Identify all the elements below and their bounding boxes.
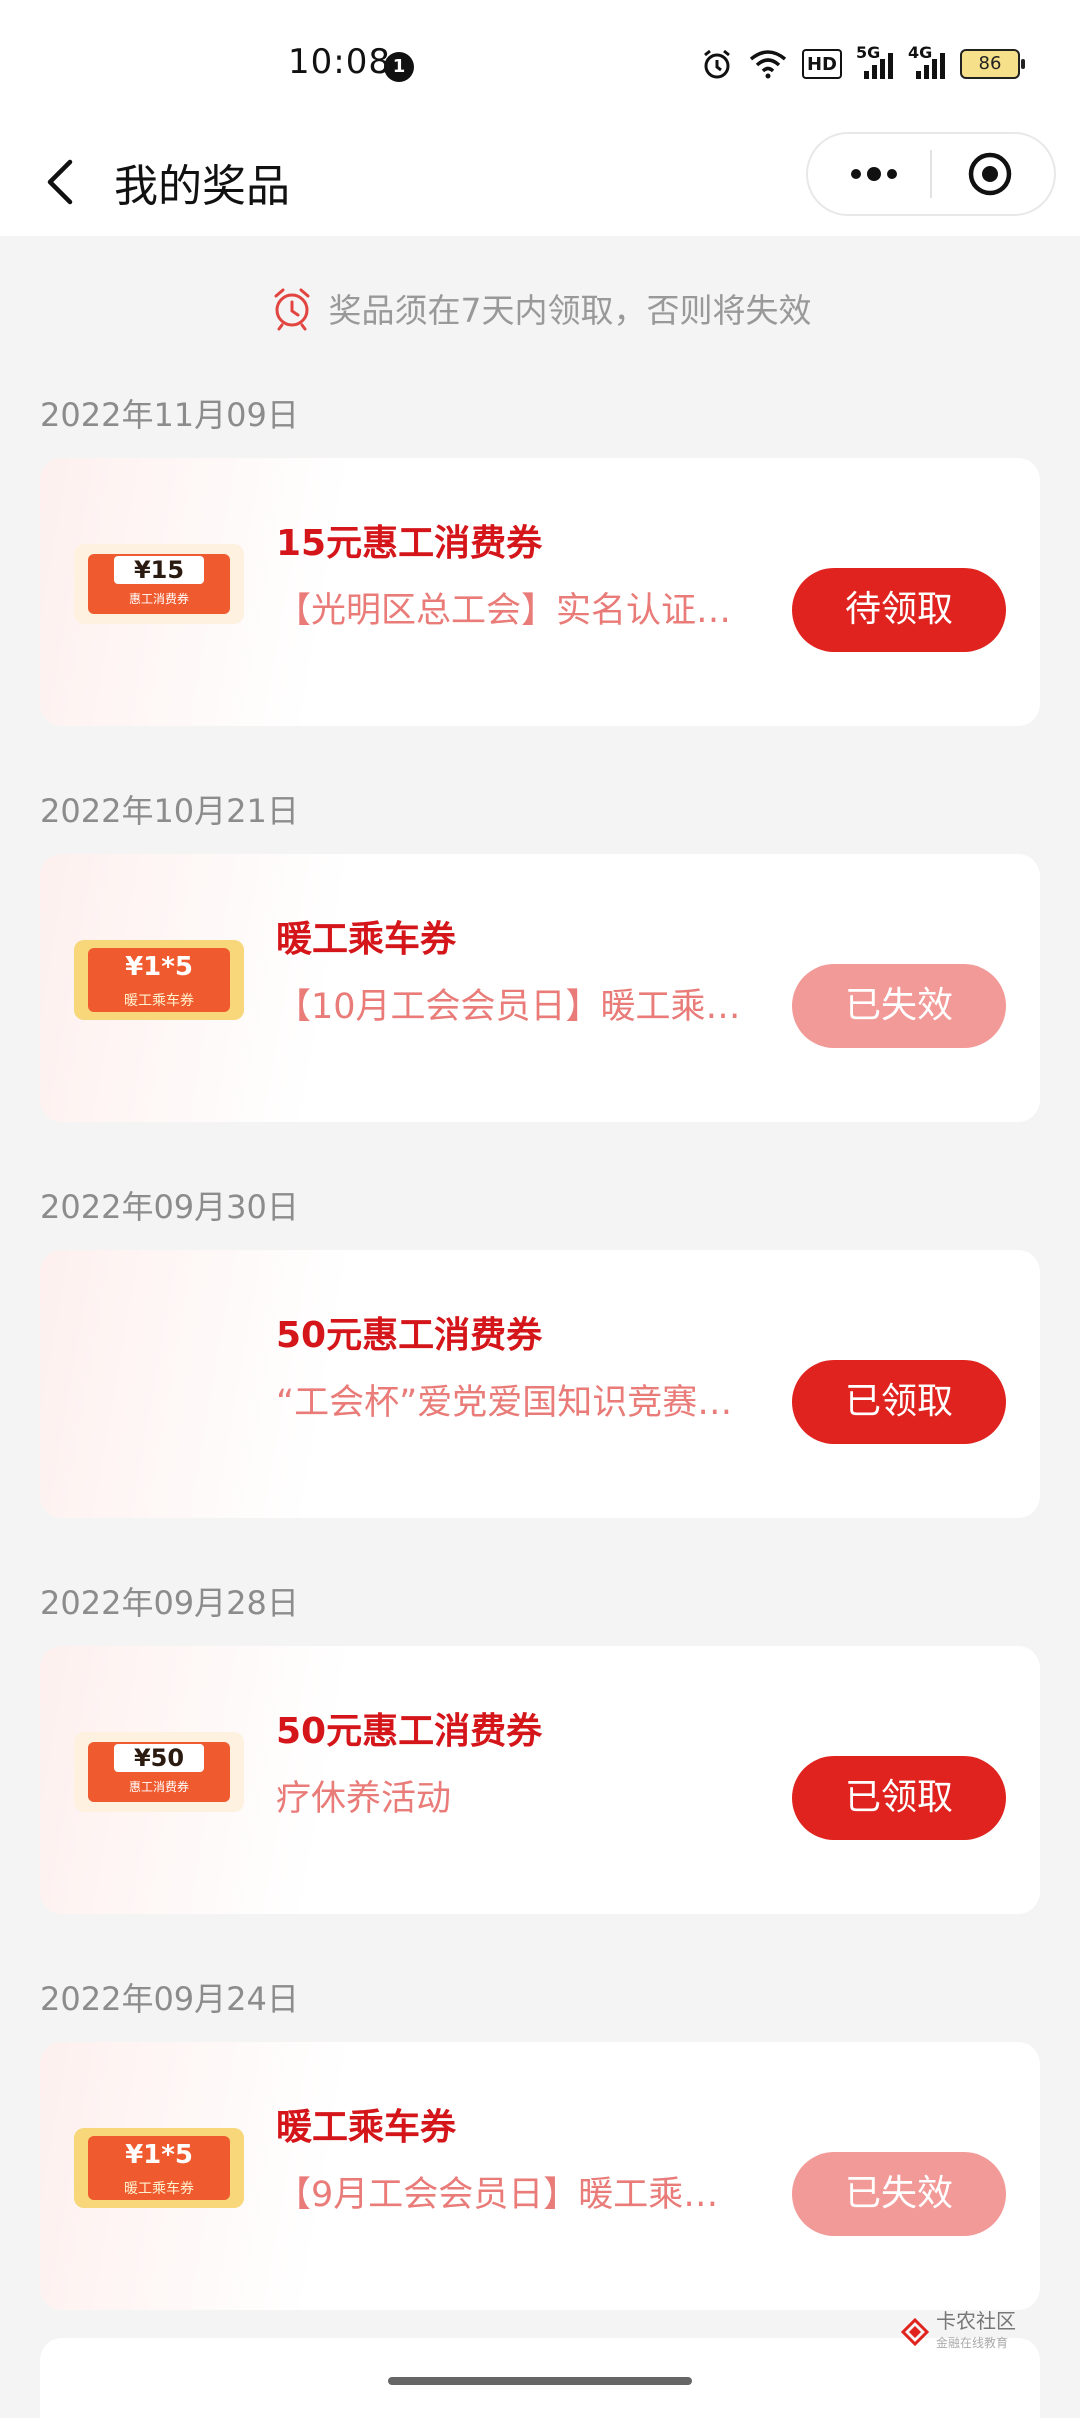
notice-text: 奖品须在7天内领取，否则将失效 <box>328 291 812 330</box>
prize-date: 2022年11月09日 <box>40 396 299 434</box>
signal-5g-label: 5G <box>856 43 881 62</box>
claim-button[interactable]: 待领取 <box>792 568 1006 652</box>
signal-4g-icon: 4G <box>908 43 946 81</box>
status-icons: HD 5G 4G 86 <box>700 43 1025 84</box>
coupon-thumbnail: ¥15 惠工消费券 <box>74 544 244 624</box>
capsule-divider <box>930 150 932 198</box>
prize-title: 暖工乘车券 <box>276 919 457 960</box>
page-title: 我的奖品 <box>114 161 290 212</box>
watermark-text: 卡农社区 金融在线教育 <box>936 2310 1016 2354</box>
alarm-icon <box>700 47 734 81</box>
prize-description: 【10月工会会员日】暖工乘… <box>276 987 741 1027</box>
coupon-subtitle: 惠工消费券 <box>128 592 189 606</box>
mini-program-capsule <box>806 132 1056 216</box>
prize-title: 50元惠工消费券 <box>276 1711 543 1752</box>
claimed-button[interactable]: 已领取 <box>792 1360 1006 1444</box>
status-bar: 10:08 1 HD 5G 4G 86 <box>0 0 1080 130</box>
alarm-clock-icon <box>274 288 309 331</box>
watermark: 卡农社区 金融在线教育 <box>900 2310 1016 2354</box>
prize-description: 【9月工会会员日】暖工乘… <box>276 2175 719 2215</box>
prize-card[interactable]: ¥1*5 暖工乘车券 暖工乘车券 【9月工会会员日】暖工乘… 已失效 <box>40 2042 1040 2310</box>
hd-icon: HD <box>801 49 842 79</box>
prize-date: 2022年09月24日 <box>40 1980 299 2018</box>
expired-button[interactable]: 已失效 <box>792 964 1006 1048</box>
more-dots-icon <box>851 167 897 181</box>
target-icon <box>968 152 1012 196</box>
prize-card[interactable]: ¥15 惠工消费券 15元惠工消费券 【光明区总工会】实名认证… 待领取 <box>40 458 1040 726</box>
coupon-amount: ¥50 <box>114 1744 204 1772</box>
prize-date: 2022年10月21日 <box>40 792 299 830</box>
prize-date: 2022年09月30日 <box>40 1188 299 1226</box>
expiry-notice: 奖品须在7天内领取，否则将失效 <box>0 284 1080 339</box>
watermark-name: 卡农社区 <box>936 2309 1016 2333</box>
prize-title: 暖工乘车券 <box>276 2107 457 2148</box>
nav-bar: 我的奖品 <box>0 130 1080 236</box>
prize-card[interactable]: 50元惠工消费券 “工会杯”爱党爱国知识竞赛… 已领取 <box>40 1250 1040 1518</box>
prize-title: 50元惠工消费券 <box>276 1315 543 1356</box>
home-indicator[interactable] <box>388 2377 692 2385</box>
watermark-tagline: 金融在线教育 <box>936 2336 1009 2350</box>
prize-card[interactable]: ¥50 惠工消费券 50元惠工消费券 疗休养活动 已领取 <box>40 1646 1040 1914</box>
notification-badge: 1 <box>384 52 414 82</box>
kanong-logo-icon <box>900 2317 930 2347</box>
coupon-subtitle: 暖工乘车券 <box>124 993 194 1009</box>
prize-description: 疗休养活动 <box>276 1779 452 1819</box>
coupon-subtitle: 惠工消费券 <box>128 1780 189 1794</box>
coupon-thumbnail: ¥1*5 暖工乘车券 <box>74 2128 244 2208</box>
coupon-thumbnail: ¥50 惠工消费券 <box>74 1732 244 1812</box>
coupon-amount: ¥1*5 <box>125 952 193 982</box>
prize-description: 【光明区总工会】实名认证… <box>276 591 732 631</box>
claimed-button[interactable]: 已领取 <box>792 1756 1006 1840</box>
coupon-thumbnail: ¥1*5 暖工乘车券 <box>74 940 244 1020</box>
expired-button[interactable]: 已失效 <box>792 2152 1006 2236</box>
coupon-amount: ¥15 <box>114 556 204 584</box>
coupon-subtitle: 暖工乘车券 <box>124 2181 194 2197</box>
more-button[interactable] <box>844 160 904 188</box>
prize-date: 2022年09月28日 <box>40 1584 299 1622</box>
battery-indicator: 86 <box>960 49 1025 79</box>
signal-5g-icon: 5G <box>856 43 894 81</box>
back-button[interactable] <box>36 152 96 212</box>
close-mini-program-button[interactable] <box>966 150 1014 198</box>
wifi-icon <box>748 47 788 81</box>
coupon-amount: ¥1*5 <box>125 2140 193 2170</box>
signal-4g-label: 4G <box>908 43 933 62</box>
prize-title: 15元惠工消费券 <box>276 523 543 564</box>
prize-card[interactable]: ¥1*5 暖工乘车券 暖工乘车券 【10月工会会员日】暖工乘… 已失效 <box>40 854 1040 1122</box>
chevron-left-icon <box>47 159 73 205</box>
status-time: 10:08 <box>288 42 391 82</box>
prize-description: “工会杯”爱党爱国知识竞赛… <box>276 1383 733 1423</box>
